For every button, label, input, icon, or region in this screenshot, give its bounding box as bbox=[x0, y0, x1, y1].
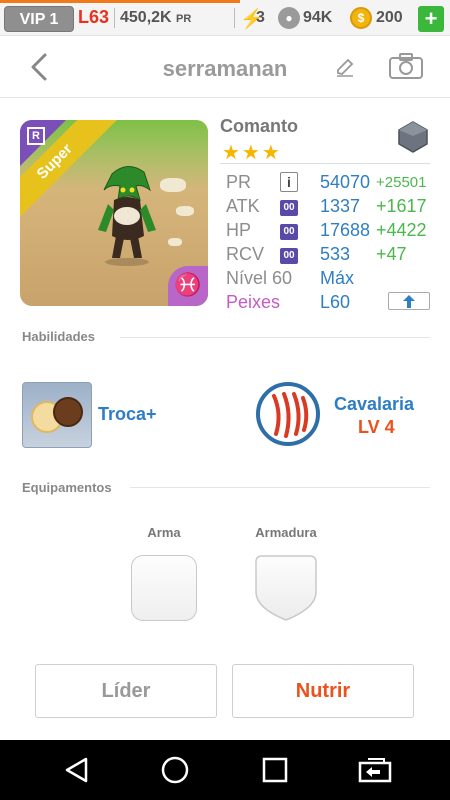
pisces-sign-icon: ♓ bbox=[168, 266, 208, 306]
pencil-icon[interactable] bbox=[334, 56, 356, 78]
stat-bonus: +25501 bbox=[376, 174, 427, 191]
leader-skill-level: LV 4 bbox=[358, 417, 395, 437]
claw-leader-skill-icon[interactable] bbox=[256, 382, 320, 446]
feed-button[interactable]: Nutrir bbox=[232, 664, 414, 718]
stat-label: HP bbox=[226, 220, 252, 240]
stat-label: ATK bbox=[226, 196, 260, 216]
stat-badge: 00 bbox=[280, 224, 298, 240]
stat-bonus: +1617 bbox=[376, 196, 427, 216]
divider bbox=[114, 8, 115, 28]
divider bbox=[234, 8, 235, 28]
home-circle-icon[interactable] bbox=[160, 755, 190, 785]
info-icon[interactable]: i bbox=[280, 172, 298, 192]
stat-label: PR bbox=[226, 172, 252, 192]
stat-value: 54070 bbox=[320, 172, 371, 192]
recents-square-icon[interactable] bbox=[260, 755, 290, 785]
coin-icon: $ bbox=[350, 7, 372, 29]
monster-sprite bbox=[98, 166, 156, 266]
stat-row-hp: HP 00 17688 +4422 bbox=[226, 220, 436, 244]
back-triangle-icon[interactable] bbox=[62, 755, 92, 785]
power-rating: 450,2K PR bbox=[120, 9, 191, 27]
monster-portrait[interactable]: Super R ♓ bbox=[20, 120, 208, 306]
divider bbox=[220, 163, 430, 164]
system-nav-bar bbox=[0, 740, 450, 800]
weapon-label: Arma bbox=[147, 525, 181, 540]
skill-ball bbox=[53, 397, 83, 427]
level-value: Máx bbox=[320, 268, 355, 288]
stat-value: 533 bbox=[320, 244, 351, 264]
stat-row-rcv: RCV 00 533 +47 bbox=[226, 244, 436, 268]
leader-button[interactable]: Líder bbox=[35, 664, 217, 718]
leader-skill-label[interactable]: Cavalaria bbox=[334, 394, 414, 415]
top-progress-line bbox=[0, 0, 240, 3]
stat-row-level: Nível 60 Máx bbox=[226, 268, 436, 292]
star-rating: ★★★ bbox=[222, 142, 282, 164]
skills-section-title: Habilidades bbox=[22, 329, 95, 344]
sign-label: Peixes bbox=[226, 292, 281, 312]
vip-badge[interactable]: VIP 1 bbox=[4, 6, 74, 32]
rock-element-icon bbox=[398, 121, 428, 153]
stat-badge: 00 bbox=[280, 248, 298, 264]
stat-badge: 00 bbox=[280, 200, 298, 216]
coin-value: 200 bbox=[376, 9, 403, 26]
stat-value: 1337 bbox=[320, 196, 361, 216]
divider bbox=[120, 337, 430, 338]
top-status-bar: VIP 1 L63 450,2K PR ⚡ 3 ● 94K $ 200 + bbox=[0, 0, 450, 36]
stat-row-pr: PR i 54070 +25501 bbox=[226, 172, 436, 196]
rarity-letter: R bbox=[27, 127, 45, 145]
upgrade-button[interactable] bbox=[388, 292, 430, 310]
add-coins-button[interactable]: + bbox=[418, 6, 444, 32]
page-title: serramanan bbox=[162, 56, 288, 81]
equipment-section-title: Equipamentos bbox=[22, 480, 112, 495]
stat-bonus: +47 bbox=[376, 244, 407, 264]
active-skill-label[interactable]: Troca+ bbox=[98, 404, 157, 425]
background-rock bbox=[160, 178, 186, 192]
armor-label: Armadura bbox=[255, 525, 317, 540]
player-level: L63 bbox=[78, 7, 110, 27]
paw-value: 94K bbox=[303, 9, 333, 26]
divider bbox=[130, 487, 430, 488]
energy-value: 3 bbox=[256, 9, 265, 26]
stat-label: RCV bbox=[226, 244, 265, 264]
power-rating-value: 450,2K bbox=[120, 9, 172, 26]
arrow-up-icon bbox=[403, 295, 415, 308]
switch-app-icon[interactable] bbox=[358, 755, 392, 785]
background-rock bbox=[168, 238, 182, 246]
paw-icon: ● bbox=[278, 7, 300, 29]
level-label: Nível 60 bbox=[226, 268, 293, 288]
weapon-slot[interactable] bbox=[131, 555, 197, 621]
active-skill-icon[interactable] bbox=[22, 382, 92, 448]
armor-slot[interactable] bbox=[254, 554, 318, 622]
camera-icon[interactable] bbox=[388, 52, 424, 80]
stat-bonus: +4422 bbox=[376, 220, 427, 240]
sign-level: L60 bbox=[320, 292, 351, 312]
monster-name: Comanto bbox=[220, 116, 298, 136]
power-rating-unit: PR bbox=[176, 13, 192, 25]
stat-value: 17688 bbox=[320, 220, 371, 240]
page-header: serramanan bbox=[0, 36, 450, 98]
stat-row-atk: ATK 00 1337 +1617 bbox=[226, 196, 436, 220]
background-rock bbox=[176, 206, 194, 216]
